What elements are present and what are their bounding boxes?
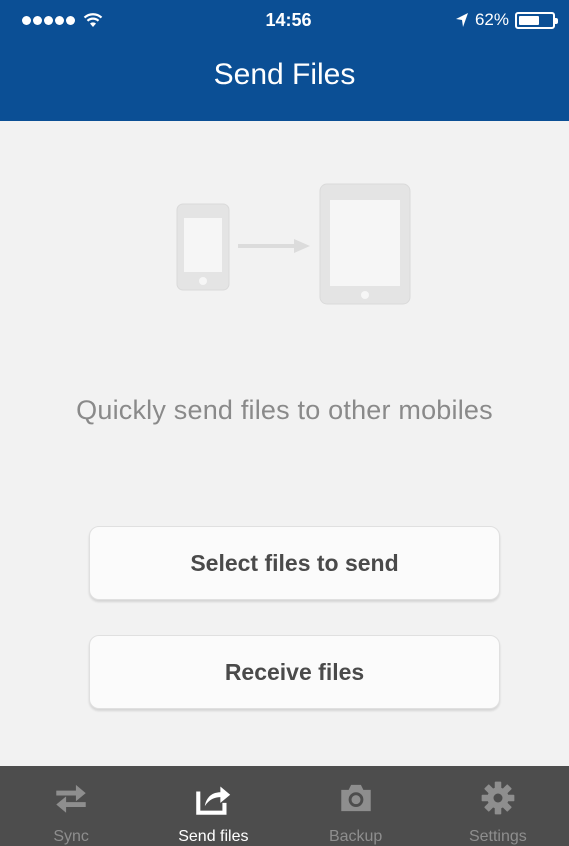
header: 14:56 62% Send Files: [0, 0, 569, 121]
status-time: 14:56: [265, 9, 312, 30]
phone-icon: [176, 203, 230, 291]
tab-backup-label: Backup: [328, 828, 383, 845]
tab-settings-label: Settings: [468, 828, 527, 845]
page-title: Send Files: [213, 58, 356, 91]
receive-files-button[interactable]: Receive files: [89, 635, 500, 709]
signal-dots-icon: [22, 15, 75, 25]
send-illustration: [0, 180, 569, 310]
tab-bar: Sync Send files Backup Settings: [0, 766, 569, 846]
tab-send-files-label: Send files: [178, 828, 249, 845]
wifi-icon: [83, 13, 103, 27]
tab-backup[interactable]: Backup: [285, 766, 427, 846]
sync-arrows-icon: [56, 784, 86, 813]
battery-icon: [515, 11, 558, 29]
tab-sync[interactable]: Sync: [0, 766, 142, 846]
tab-sync-label: Sync: [53, 828, 89, 845]
camera-icon: [340, 784, 371, 812]
tab-send-files[interactable]: Send files: [142, 766, 284, 846]
tab-settings[interactable]: Settings: [427, 766, 569, 846]
tablet-icon: [319, 183, 411, 305]
battery-level: [519, 15, 539, 25]
share-arrow-icon: [196, 786, 231, 815]
select-files-button[interactable]: Select files to send: [89, 526, 500, 600]
battery-percent: 62%: [474, 10, 509, 29]
arrow-right-icon: [238, 239, 310, 253]
gear-icon: [481, 781, 515, 815]
location-arrow-icon: [455, 13, 468, 27]
tagline: Quickly send files to other mobiles: [76, 395, 493, 425]
status-bar: 14:56 62%: [0, 0, 569, 40]
